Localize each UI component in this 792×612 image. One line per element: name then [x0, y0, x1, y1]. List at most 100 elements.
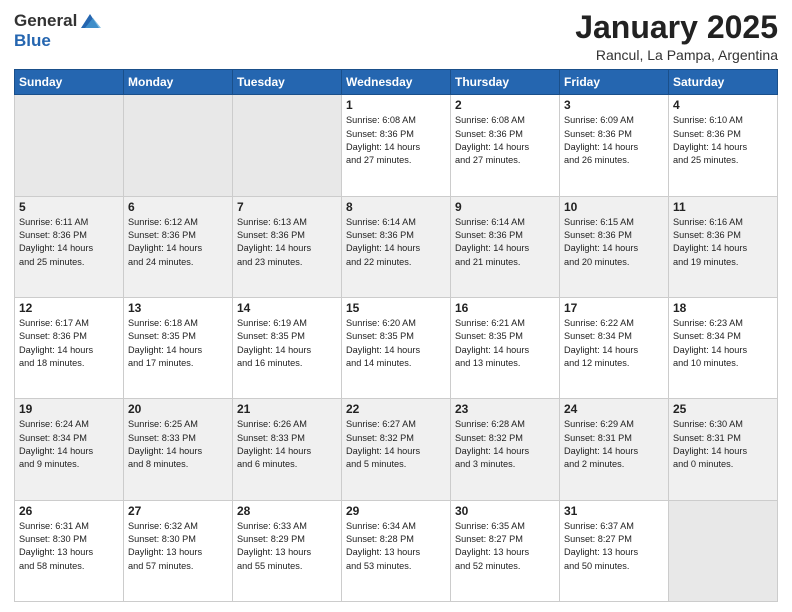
day-info: Sunrise: 6:10 AM Sunset: 8:36 PM Dayligh… — [673, 114, 773, 167]
day-info: Sunrise: 6:23 AM Sunset: 8:34 PM Dayligh… — [673, 317, 773, 370]
day-number: 26 — [19, 504, 119, 518]
day-number: 12 — [19, 301, 119, 315]
table-row: 24 Sunrise: 6:29 AM Sunset: 8:31 PM Dayli… — [560, 399, 669, 500]
day-number: 3 — [564, 98, 664, 112]
day-info: Sunrise: 6:21 AM Sunset: 8:35 PM Dayligh… — [455, 317, 555, 370]
day-info: Sunrise: 6:31 AM Sunset: 8:30 PM Dayligh… — [19, 520, 119, 573]
page: General Blue January 2025 Rancul, La Pam… — [0, 0, 792, 612]
day-number: 16 — [455, 301, 555, 315]
day-info: Sunrise: 6:18 AM Sunset: 8:35 PM Dayligh… — [128, 317, 228, 370]
table-row: 17 Sunrise: 6:22 AM Sunset: 8:34 PM Dayli… — [560, 297, 669, 398]
day-number: 5 — [19, 200, 119, 214]
day-number: 15 — [346, 301, 446, 315]
calendar-title: January 2025 — [575, 10, 778, 45]
calendar-week-row: 5 Sunrise: 6:11 AM Sunset: 8:36 PM Daylig… — [15, 196, 778, 297]
day-number: 25 — [673, 402, 773, 416]
table-row: 10 Sunrise: 6:15 AM Sunset: 8:36 PM Dayli… — [560, 196, 669, 297]
table-row — [124, 95, 233, 196]
day-number: 13 — [128, 301, 228, 315]
day-number: 4 — [673, 98, 773, 112]
day-info: Sunrise: 6:17 AM Sunset: 8:36 PM Dayligh… — [19, 317, 119, 370]
table-row: 14Sunrise: 6:19 AM Sunset: 8:35 PM Dayli… — [233, 297, 342, 398]
day-number: 19 — [19, 402, 119, 416]
day-number: 11 — [673, 200, 773, 214]
header-wednesday: Wednesday — [342, 70, 451, 95]
calendar-week-row: 26 Sunrise: 6:31 AM Sunset: 8:30 PM Dayli… — [15, 500, 778, 601]
table-row: 19 Sunrise: 6:24 AM Sunset: 8:34 PM Dayli… — [15, 399, 124, 500]
table-row: 6Sunrise: 6:12 AM Sunset: 8:36 PM Daylig… — [124, 196, 233, 297]
table-row: 13 Sunrise: 6:18 AM Sunset: 8:35 PM Dayli… — [124, 297, 233, 398]
day-number: 24 — [564, 402, 664, 416]
day-info: Sunrise: 6:08 AM Sunset: 8:36 PM Dayligh… — [346, 114, 446, 167]
day-info: Sunrise: 6:29 AM Sunset: 8:31 PM Dayligh… — [564, 418, 664, 471]
day-number: 22 — [346, 402, 446, 416]
day-info: Sunrise: 6:11 AM Sunset: 8:36 PM Dayligh… — [19, 216, 119, 269]
day-info: Sunrise: 6:20 AM Sunset: 8:35 PM Dayligh… — [346, 317, 446, 370]
day-number: 31 — [564, 504, 664, 518]
day-info: Sunrise: 6:08 AM Sunset: 8:36 PM Dayligh… — [455, 114, 555, 167]
table-row: 2 Sunrise: 6:08 AM Sunset: 8:36 PM Daylig… — [451, 95, 560, 196]
day-number: 10 — [564, 200, 664, 214]
table-row: 23Sunrise: 6:28 AM Sunset: 8:32 PM Dayli… — [451, 399, 560, 500]
table-row: 30Sunrise: 6:35 AM Sunset: 8:27 PM Dayli… — [451, 500, 560, 601]
header-saturday: Saturday — [669, 70, 778, 95]
day-info: Sunrise: 6:25 AM Sunset: 8:33 PM Dayligh… — [128, 418, 228, 471]
calendar-week-row: 19 Sunrise: 6:24 AM Sunset: 8:34 PM Dayli… — [15, 399, 778, 500]
header-tuesday: Tuesday — [233, 70, 342, 95]
day-info: Sunrise: 6:14 AM Sunset: 8:36 PM Dayligh… — [455, 216, 555, 269]
day-info: Sunrise: 6:13 AM Sunset: 8:36 PM Dayligh… — [237, 216, 337, 269]
table-row: 8 Sunrise: 6:14 AM Sunset: 8:36 PM Daylig… — [342, 196, 451, 297]
header-friday: Friday — [560, 70, 669, 95]
table-row — [233, 95, 342, 196]
day-number: 20 — [128, 402, 228, 416]
day-number: 8 — [346, 200, 446, 214]
day-number: 1 — [346, 98, 446, 112]
logo-icon — [79, 10, 101, 32]
calendar-week-row: 1 Sunrise: 6:08 AM Sunset: 8:36 PM Daylig… — [15, 95, 778, 196]
day-info: Sunrise: 6:22 AM Sunset: 8:34 PM Dayligh… — [564, 317, 664, 370]
table-row: 26 Sunrise: 6:31 AM Sunset: 8:30 PM Dayli… — [15, 500, 124, 601]
day-info: Sunrise: 6:30 AM Sunset: 8:31 PM Dayligh… — [673, 418, 773, 471]
day-number: 23 — [455, 402, 555, 416]
day-info: Sunrise: 6:27 AM Sunset: 8:32 PM Dayligh… — [346, 418, 446, 471]
weekday-header-row: Sunday Monday Tuesday Wednesday Thursday… — [15, 70, 778, 95]
calendar-table: Sunday Monday Tuesday Wednesday Thursday… — [14, 69, 778, 602]
table-row: 16 Sunrise: 6:21 AM Sunset: 8:35 PM Dayli… — [451, 297, 560, 398]
day-info: Sunrise: 6:24 AM Sunset: 8:34 PM Dayligh… — [19, 418, 119, 471]
day-number: 17 — [564, 301, 664, 315]
table-row: 7Sunrise: 6:13 AM Sunset: 8:36 PM Daylig… — [233, 196, 342, 297]
table-row: 21 Sunrise: 6:26 AM Sunset: 8:33 PM Dayli… — [233, 399, 342, 500]
day-number: 2 — [455, 98, 555, 112]
table-row: 29 Sunrise: 6:34 AM Sunset: 8:28 PM Dayli… — [342, 500, 451, 601]
day-number: 30 — [455, 504, 555, 518]
logo-blue: Blue — [14, 32, 51, 51]
day-number: 9 — [455, 200, 555, 214]
table-row: 31Sunrise: 6:37 AM Sunset: 8:27 PM Dayli… — [560, 500, 669, 601]
header-monday: Monday — [124, 70, 233, 95]
day-info: Sunrise: 6:34 AM Sunset: 8:28 PM Dayligh… — [346, 520, 446, 573]
day-info: Sunrise: 6:14 AM Sunset: 8:36 PM Dayligh… — [346, 216, 446, 269]
table-row: 11Sunrise: 6:16 AM Sunset: 8:36 PM Dayli… — [669, 196, 778, 297]
day-info: Sunrise: 6:09 AM Sunset: 8:36 PM Dayligh… — [564, 114, 664, 167]
table-row: 3 Sunrise: 6:09 AM Sunset: 8:36 PM Daylig… — [560, 95, 669, 196]
table-row: 28Sunrise: 6:33 AM Sunset: 8:29 PM Dayli… — [233, 500, 342, 601]
table-row: 5 Sunrise: 6:11 AM Sunset: 8:36 PM Daylig… — [15, 196, 124, 297]
day-info: Sunrise: 6:26 AM Sunset: 8:33 PM Dayligh… — [237, 418, 337, 471]
table-row: 20 Sunrise: 6:25 AM Sunset: 8:33 PM Dayli… — [124, 399, 233, 500]
title-block: January 2025 Rancul, La Pampa, Argentina — [575, 10, 778, 63]
table-row: 27Sunrise: 6:32 AM Sunset: 8:30 PM Dayli… — [124, 500, 233, 601]
day-number: 18 — [673, 301, 773, 315]
day-info: Sunrise: 6:15 AM Sunset: 8:36 PM Dayligh… — [564, 216, 664, 269]
header-thursday: Thursday — [451, 70, 560, 95]
day-number: 21 — [237, 402, 337, 416]
day-number: 29 — [346, 504, 446, 518]
day-number: 28 — [237, 504, 337, 518]
logo-general: General — [14, 12, 77, 31]
header: General Blue January 2025 Rancul, La Pam… — [14, 10, 778, 63]
calendar-subtitle: Rancul, La Pampa, Argentina — [575, 47, 778, 63]
table-row: 25 Sunrise: 6:30 AM Sunset: 8:31 PM Dayli… — [669, 399, 778, 500]
table-row: 4 Sunrise: 6:10 AM Sunset: 8:36 PM Daylig… — [669, 95, 778, 196]
table-row — [15, 95, 124, 196]
logo: General Blue — [14, 10, 101, 51]
table-row — [669, 500, 778, 601]
